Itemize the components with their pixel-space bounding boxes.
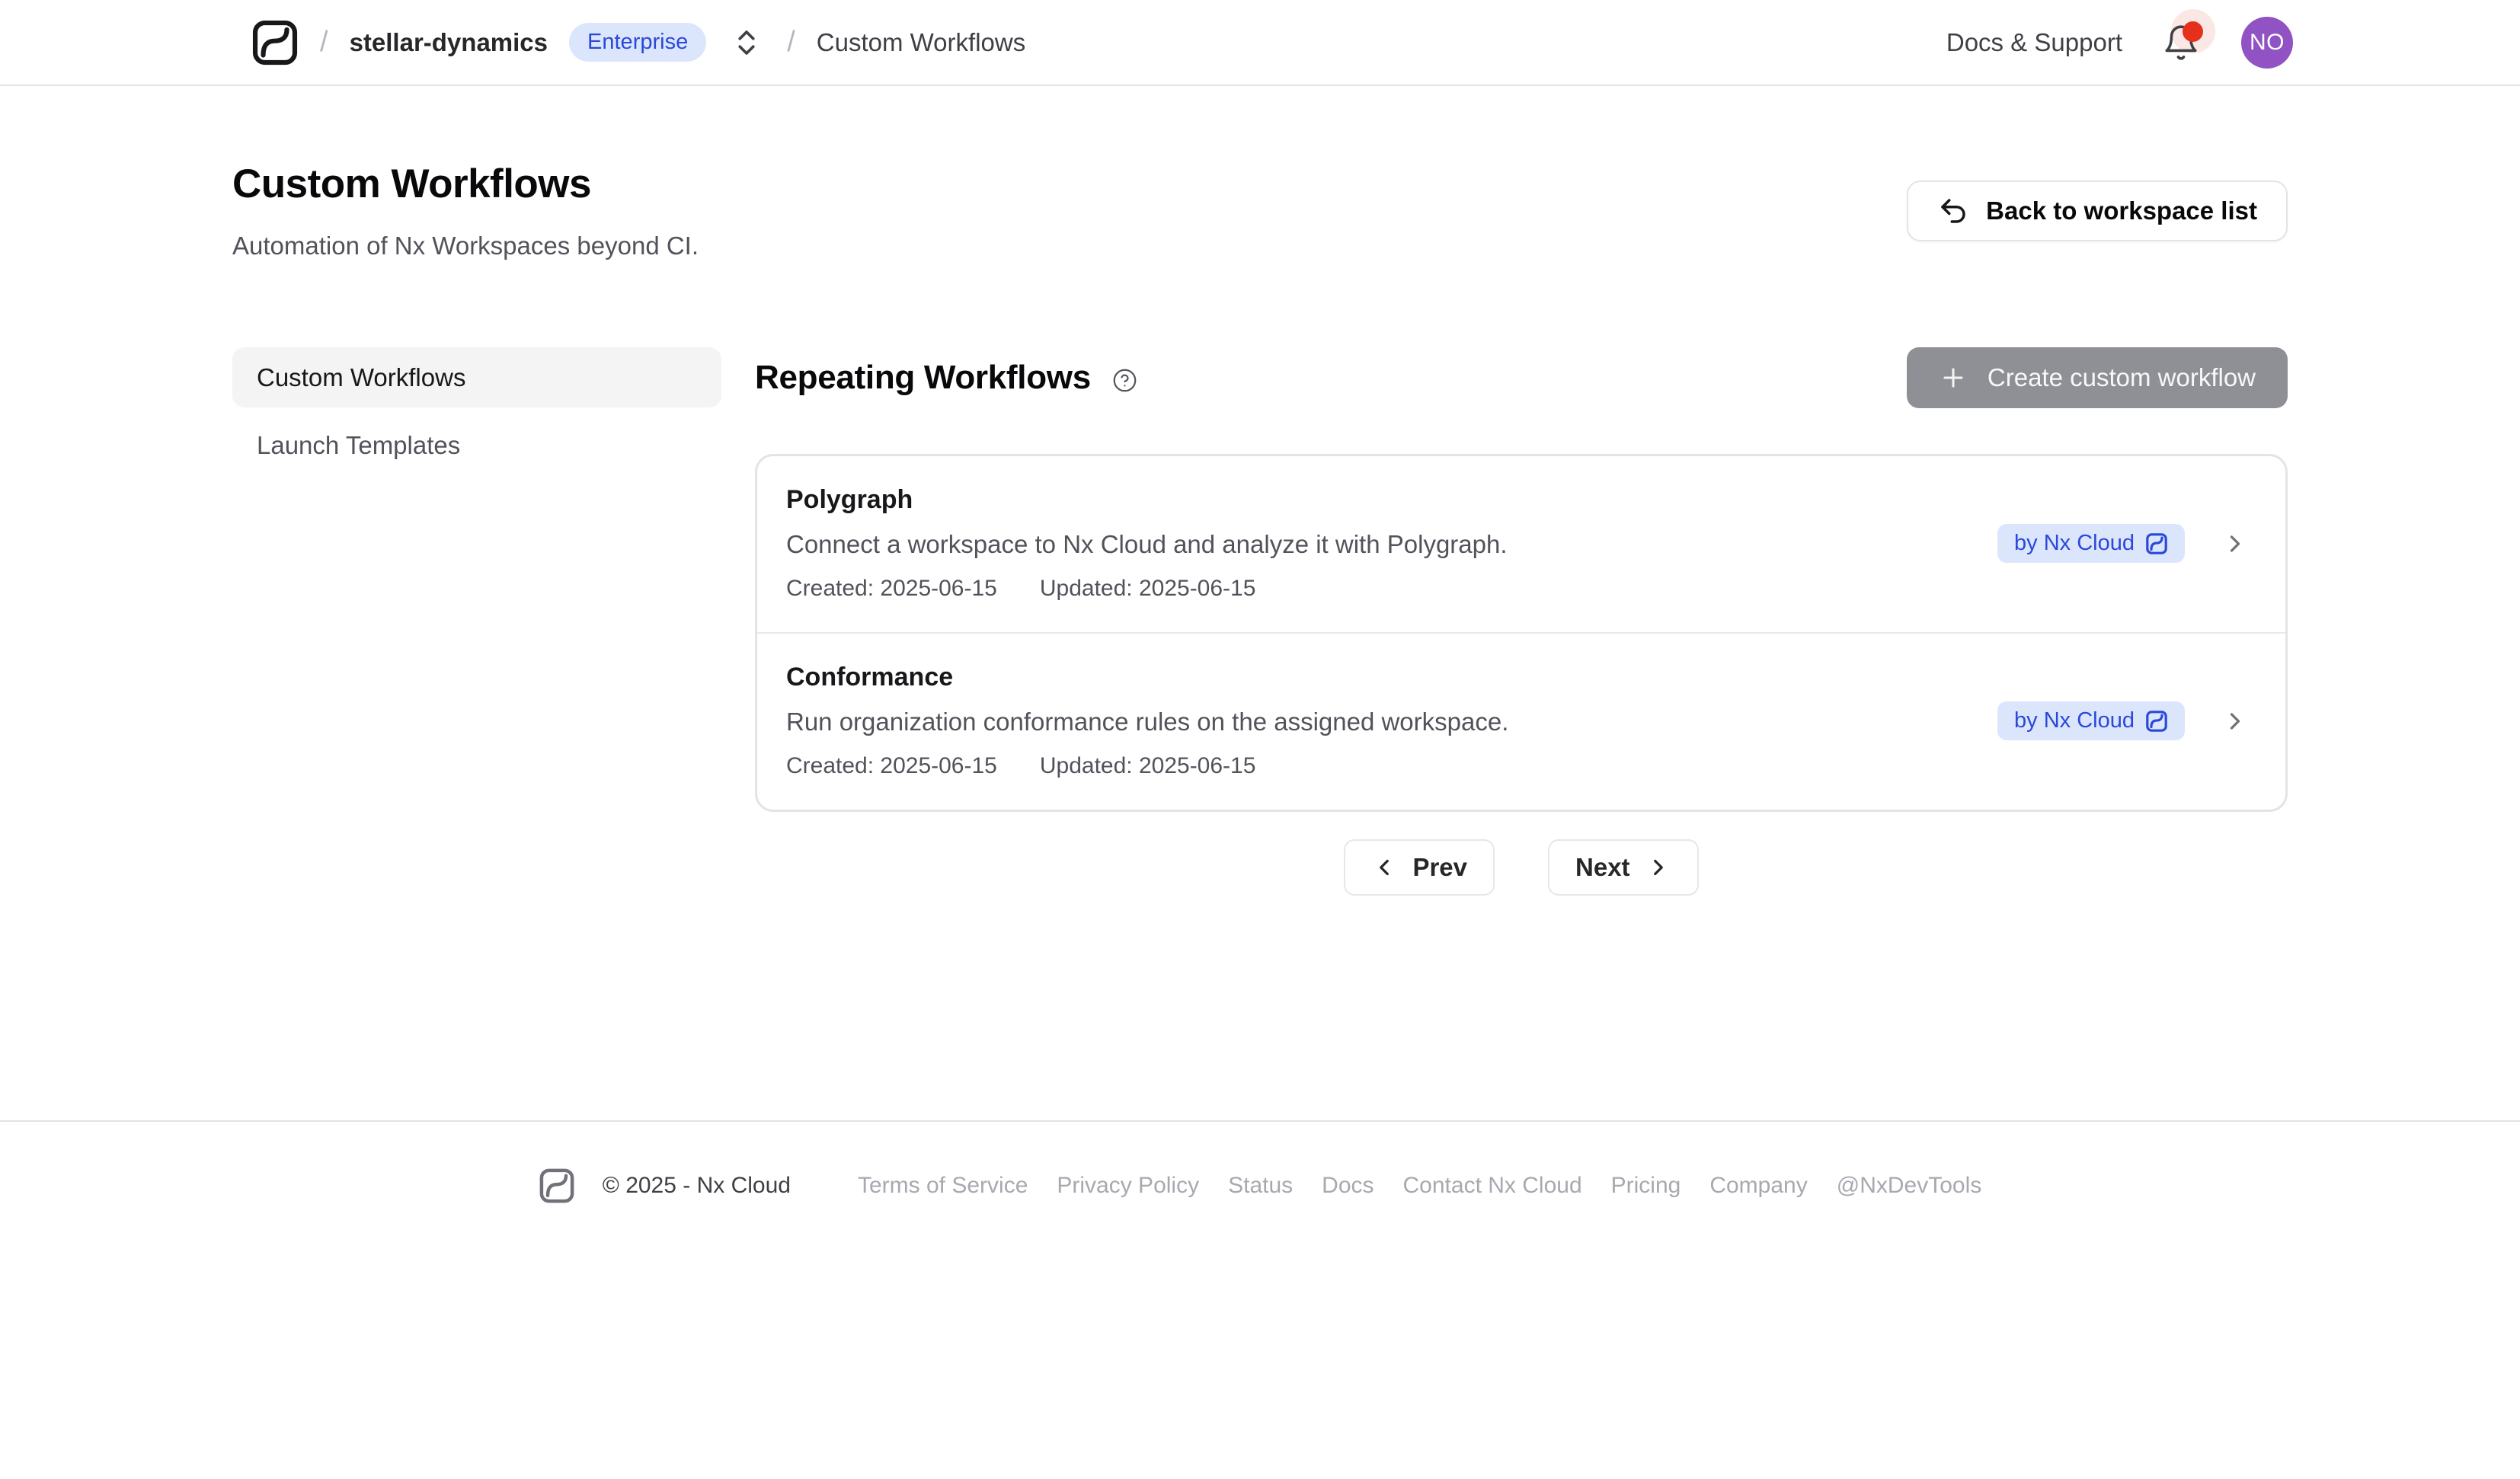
main-panel: Repeating Workflows bbox=[755, 347, 2288, 896]
plus-icon bbox=[1939, 363, 1968, 392]
top-navbar: / stellar-dynamics Enterprise / Custom W… bbox=[0, 0, 2520, 86]
back-button-label: Back to workspace list bbox=[1986, 196, 2257, 225]
footer-link-terms[interactable]: Terms of Service bbox=[858, 1173, 1028, 1199]
help-button[interactable] bbox=[1112, 368, 1137, 393]
section-title: Repeating Workflows bbox=[755, 359, 1091, 397]
chevrons-up-down-icon bbox=[731, 27, 763, 59]
pagination: Prev Next bbox=[755, 839, 2288, 896]
footer-link-privacy[interactable]: Privacy Policy bbox=[1057, 1173, 1199, 1199]
footer-link-company[interactable]: Company bbox=[1709, 1173, 1807, 1199]
page-header: Custom Workflows Automation of Nx Worksp… bbox=[232, 86, 2288, 260]
next-page-button[interactable]: Next bbox=[1548, 839, 1699, 896]
settings-sidebar: Custom Workflows Launch Templates bbox=[232, 347, 721, 475]
sidebar-item-launch-templates[interactable]: Launch Templates bbox=[232, 415, 721, 475]
workflow-title: Polygraph bbox=[786, 485, 1508, 515]
create-button-label: Create custom workflow bbox=[1988, 363, 2256, 392]
prev-label: Prev bbox=[1412, 853, 1467, 882]
notifications-button[interactable] bbox=[2162, 21, 2202, 64]
main-header: Repeating Workflows bbox=[755, 347, 2288, 408]
next-label: Next bbox=[1575, 853, 1630, 882]
docs-support-link[interactable]: Docs & Support bbox=[1946, 28, 2122, 57]
by-nx-cloud-badge[interactable]: by Nx Cloud bbox=[1997, 524, 2185, 563]
footer-link-docs[interactable]: Docs bbox=[1322, 1173, 1374, 1199]
content-row: Custom Workflows Launch Templates Repeat… bbox=[232, 347, 2288, 896]
workflow-created: Created: 2025-06-15 bbox=[786, 576, 997, 602]
breadcrumb-page: Custom Workflows bbox=[817, 28, 1025, 57]
section-heading: Repeating Workflows bbox=[755, 359, 1137, 397]
chevron-right-icon bbox=[1645, 854, 1671, 880]
page-title-block: Custom Workflows Automation of Nx Worksp… bbox=[232, 161, 699, 260]
sidebar-item-custom-workflows[interactable]: Custom Workflows bbox=[232, 347, 721, 407]
chevron-left-icon bbox=[1371, 854, 1397, 880]
prev-page-button[interactable]: Prev bbox=[1344, 839, 1495, 896]
workflow-updated: Updated: 2025-06-15 bbox=[1040, 753, 1256, 779]
footer-link-pricing[interactable]: Pricing bbox=[1611, 1173, 1681, 1199]
workflow-row-conformance[interactable]: Conformance Run organization conformance… bbox=[757, 632, 2285, 810]
chevron-right-icon bbox=[2221, 708, 2249, 735]
workflow-dates: Created: 2025-06-15 Updated: 2025-06-15 bbox=[786, 576, 1508, 602]
footer-copyright: © 2025 - Nx Cloud bbox=[603, 1173, 791, 1199]
page-subtitle: Automation of Nx Workspaces beyond CI. bbox=[232, 232, 699, 260]
create-custom-workflow-button[interactable]: Create custom workflow bbox=[1907, 347, 2288, 408]
workflow-info: Conformance Run organization conformance… bbox=[786, 663, 1508, 779]
workflow-title: Conformance bbox=[786, 663, 1508, 692]
user-avatar[interactable]: NO bbox=[2241, 17, 2293, 69]
page-title: Custom Workflows bbox=[232, 161, 699, 207]
notification-dot bbox=[2183, 21, 2203, 42]
undo-arrow-icon bbox=[1937, 195, 1969, 227]
workflow-row-actions: by Nx Cloud bbox=[1997, 701, 2249, 740]
app-root: / stellar-dynamics Enterprise / Custom W… bbox=[0, 0, 2520, 1479]
nx-mini-logo-icon bbox=[2145, 532, 2168, 555]
page-content: Custom Workflows Automation of Nx Worksp… bbox=[0, 86, 2520, 1120]
workflows-card: Polygraph Connect a workspace to Nx Clou… bbox=[755, 454, 2288, 812]
badge-label: by Nx Cloud bbox=[2014, 531, 2135, 556]
workflow-updated: Updated: 2025-06-15 bbox=[1040, 576, 1256, 602]
nx-logo-footer bbox=[539, 1168, 575, 1204]
nx-logo[interactable] bbox=[251, 19, 299, 66]
workflow-info: Polygraph Connect a workspace to Nx Clou… bbox=[786, 485, 1508, 602]
footer-link-nxdevtools[interactable]: @NxDevTools bbox=[1837, 1173, 1982, 1199]
chevron-right-icon bbox=[2221, 530, 2249, 557]
footer: © 2025 - Nx Cloud Terms of Service Priva… bbox=[0, 1122, 2520, 1204]
plan-badge: Enterprise bbox=[569, 23, 706, 62]
help-circle-icon bbox=[1112, 368, 1137, 393]
footer-link-status[interactable]: Status bbox=[1228, 1173, 1293, 1199]
workflow-created: Created: 2025-06-15 bbox=[786, 753, 997, 779]
badge-label: by Nx Cloud bbox=[2014, 708, 2135, 733]
breadcrumb-separator: / bbox=[320, 26, 328, 59]
workflow-description: Connect a workspace to Nx Cloud and anal… bbox=[786, 530, 1508, 559]
workflow-dates: Created: 2025-06-15 Updated: 2025-06-15 bbox=[786, 753, 1508, 779]
workflow-row-actions: by Nx Cloud bbox=[1997, 524, 2249, 563]
workflow-description: Run organization conformance rules on th… bbox=[786, 708, 1508, 736]
breadcrumb-workspace[interactable]: stellar-dynamics bbox=[350, 28, 548, 57]
footer-link-contact[interactable]: Contact Nx Cloud bbox=[1403, 1173, 1582, 1199]
breadcrumb-separator: / bbox=[787, 26, 795, 59]
by-nx-cloud-badge[interactable]: by Nx Cloud bbox=[1997, 701, 2185, 740]
back-to-workspace-list-button[interactable]: Back to workspace list bbox=[1907, 180, 2288, 241]
workspace-switcher-button[interactable] bbox=[728, 24, 766, 62]
breadcrumb: / stellar-dynamics Enterprise / Custom W… bbox=[251, 19, 1025, 66]
navbar-actions: Docs & Support NO bbox=[1946, 17, 2293, 69]
workflow-row-polygraph[interactable]: Polygraph Connect a workspace to Nx Clou… bbox=[757, 456, 2285, 632]
nx-mini-logo-icon bbox=[2145, 710, 2168, 733]
footer-links: Terms of Service Privacy Policy Status D… bbox=[858, 1173, 1981, 1199]
